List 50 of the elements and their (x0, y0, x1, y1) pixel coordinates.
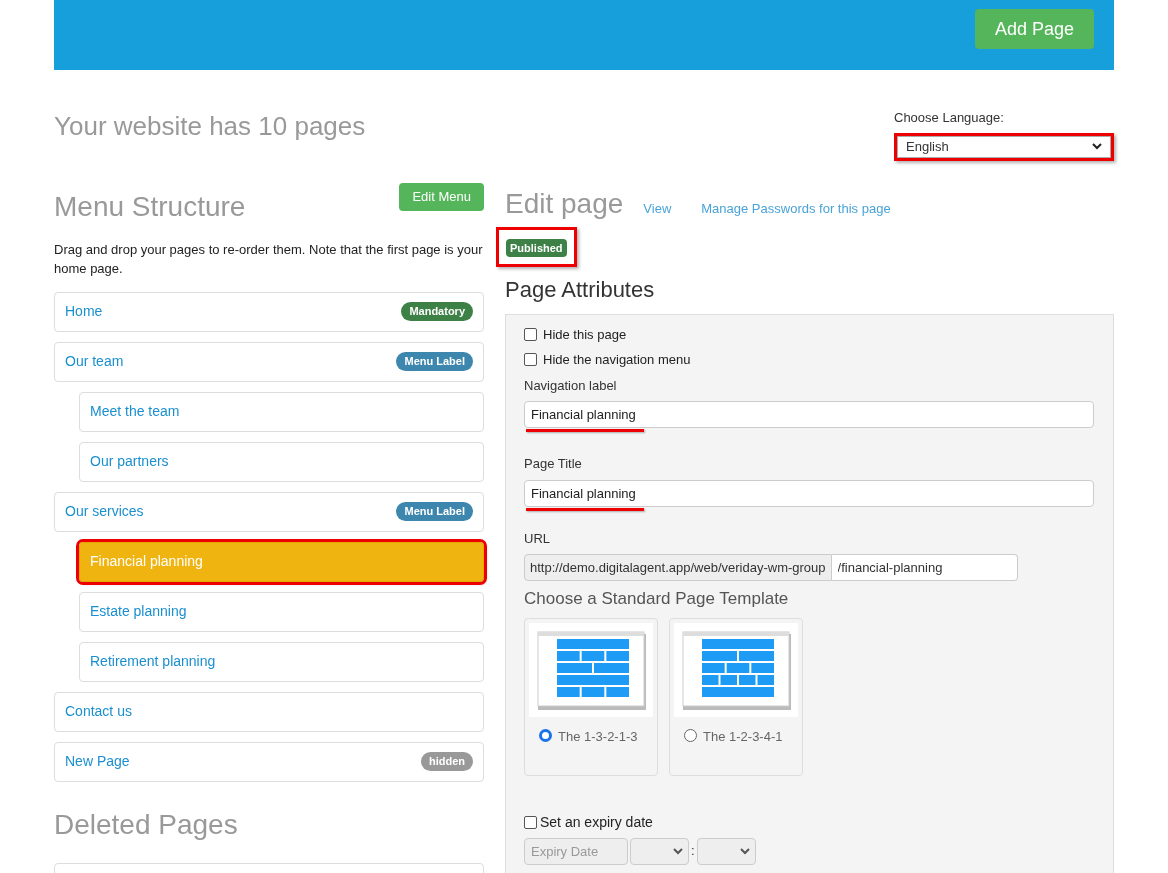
expiry-label: Set an expiry date (540, 812, 653, 832)
menu-item[interactable]: Home Mandatory (54, 291, 484, 332)
menu-item[interactable]: New Page hidden (54, 741, 484, 782)
add-page-button[interactable]: Add Page (974, 9, 1094, 49)
page-link[interactable]: View (643, 198, 672, 218)
menu-heading: Menu Structure (54, 189, 246, 224)
template-heading: Choose a Standard Page Template (524, 588, 790, 610)
menu-item[interactable]: Estate planning (79, 591, 484, 632)
edit-menu-button[interactable]: Edit Menu (399, 182, 484, 211)
page-badge: Mandatory (401, 302, 473, 321)
caret-icon (739, 847, 750, 855)
expiry-checkbox[interactable] (524, 815, 537, 829)
page-badge: Menu Label (396, 502, 473, 521)
checkbox[interactable] (524, 353, 537, 367)
attributes-heading: Page Attributes (505, 275, 656, 304)
url-prefix: http://demo.digitalagent.app/web/veriday-wm-group (524, 554, 832, 581)
menu-item[interactable]: Contact us (54, 691, 484, 732)
deleted-heading: Deleted Pages (54, 807, 239, 842)
language-select[interactable]: English (897, 135, 1111, 158)
url-slug-field[interactable]: /financial-planning (831, 554, 1018, 581)
menu-item[interactable]: Our partners (79, 441, 484, 482)
template-label: The 1-2-3-4-1 (703, 727, 784, 746)
language-label: Choose Language: (894, 109, 1005, 127)
radio-button[interactable] (539, 728, 552, 742)
template-card[interactable]: The 1-3-2-1-3 (524, 617, 658, 776)
page-badge: Menu Label (396, 352, 473, 371)
page-count-heading: Your website has 10 pages (54, 110, 366, 143)
menu-item[interactable]: Our services Menu Label (54, 491, 484, 532)
edit-page-heading: Edit page (505, 186, 624, 221)
template-card[interactable]: The 1-2-3-4-1 (669, 617, 803, 776)
field-label: Navigation label (524, 376, 618, 395)
checkbox-label: Hide this page (543, 325, 627, 344)
checkbox[interactable] (524, 327, 537, 341)
radio-button[interactable] (684, 728, 697, 742)
time-separator: : (691, 842, 695, 861)
text-field[interactable]: Financial planning (524, 401, 1094, 428)
url-label: URL (524, 529, 551, 548)
text-field[interactable]: Financial planning (524, 479, 1094, 507)
menu-item[interactable]: Meet the team (79, 391, 484, 432)
page-badge: hidden (420, 752, 473, 771)
template-label: The 1-3-2-1-3 (558, 727, 639, 746)
caret-icon (673, 847, 683, 855)
checkbox-label: Hide the navigation menu (543, 351, 691, 369)
field-label: Page Title (524, 455, 583, 473)
menu-item[interactable]: Our team Menu Label (54, 341, 484, 382)
page-link[interactable]: Manage Passwords for this page (701, 198, 891, 218)
caret-icon (1092, 143, 1102, 150)
menu-description: Drag and drop your pages to re-order them. Note that the first page is your home page. (54, 240, 484, 278)
menu-item[interactable]: Retirement planning (79, 641, 484, 682)
status-badge: Published (506, 238, 567, 257)
